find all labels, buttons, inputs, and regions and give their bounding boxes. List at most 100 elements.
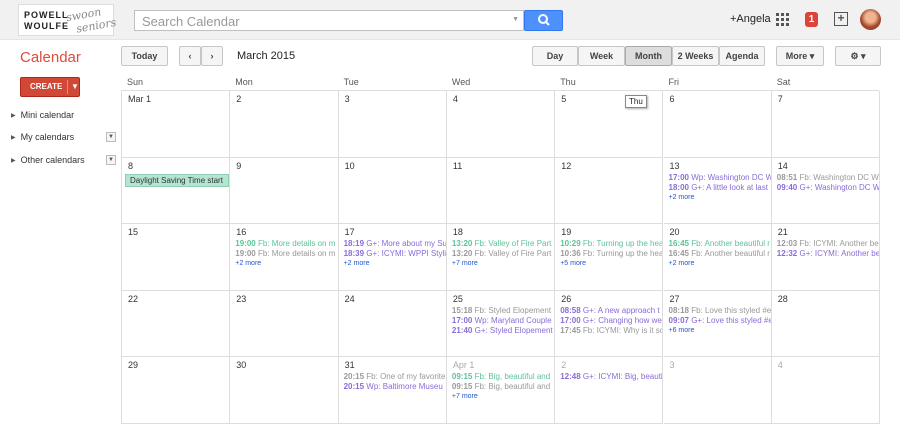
all-day-event[interactable]: Daylight Saving Time start: [125, 173, 229, 187]
day-number[interactable]: 7: [778, 94, 783, 104]
event-item[interactable]: 08:58 G+: A new approach t: [560, 306, 659, 315]
event-item[interactable]: 10:29 Fb: Turning up the hea: [560, 239, 662, 248]
day-number[interactable]: 13: [670, 161, 680, 171]
more-events-link[interactable]: +2 more: [669, 260, 695, 267]
day-cell[interactable]: 18 13:20 Fb: Valley of Fire Part 13:20 Fb:…: [446, 224, 556, 291]
day-cell[interactable]: 20 16:45 Fb: Another beautiful r 16:45 Fb:…: [663, 224, 772, 291]
day-number[interactable]: 8: [128, 161, 133, 171]
day-cell[interactable]: 11: [446, 157, 556, 225]
day-number[interactable]: 6: [670, 94, 675, 104]
day-number[interactable]: 2: [561, 360, 566, 370]
day-cell[interactable]: 5: [555, 91, 664, 158]
day-number[interactable]: 17: [345, 227, 355, 237]
day-number[interactable]: Mar 1: [128, 94, 151, 104]
event-item[interactable]: 12:32 G+: ICYMI: Another be: [777, 249, 879, 258]
day-number[interactable]: 20: [670, 227, 680, 237]
day-cell[interactable]: 3: [663, 357, 772, 424]
event-item[interactable]: 15:18 Fb: Styled Elopement: [452, 306, 551, 315]
event-item[interactable]: 12:03 Fb: ICYMI: Another be: [777, 239, 879, 248]
event-item[interactable]: 18:19 G+: More about my Su: [344, 239, 446, 248]
view-week-button[interactable]: Week: [578, 46, 625, 66]
day-cell[interactable]: 9: [230, 157, 339, 225]
event-item[interactable]: 09:15 Fb: Big, beautiful and: [452, 382, 550, 391]
view-month-button[interactable]: Month: [625, 46, 672, 66]
day-cell[interactable]: 17 18:19 G+: More about my Su 18:39 G+: IC…: [338, 224, 447, 291]
day-cell[interactable]: 15: [122, 224, 231, 291]
day-cell[interactable]: Apr 1 09:15 Fb: Big, beautiful and 09:15 F…: [446, 357, 556, 424]
today-button[interactable]: Today: [121, 46, 168, 66]
more-events-link[interactable]: +5 more: [560, 260, 586, 267]
event-item[interactable]: 17:00 G+: Changing how we: [560, 316, 662, 325]
sidebar-item-my-calendars[interactable]: ▶ My calendars: [11, 132, 74, 142]
notifications-badge[interactable]: 1: [805, 12, 818, 27]
event-item[interactable]: 16:45 Fb: Another beautiful r: [669, 249, 770, 258]
day-cell[interactable]: 8 Daylight Saving Time start: [122, 157, 231, 225]
day-number[interactable]: 28: [778, 294, 788, 304]
more-events-link[interactable]: +7 more: [452, 260, 478, 267]
day-number[interactable]: 3: [670, 360, 675, 370]
day-cell[interactable]: 19 10:29 Fb: Turning up the hea 10:36 Fb: …: [555, 224, 664, 291]
day-cell[interactable]: 16 19:00 Fb: More details on m 19:00 Fb: M…: [230, 224, 339, 291]
day-cell[interactable]: 10: [338, 157, 447, 225]
day-cell[interactable]: 28: [771, 290, 881, 358]
day-cell[interactable]: 13 17:00 Wp: Washington DC W 18:00 G+: A l…: [663, 157, 772, 225]
day-number[interactable]: 4: [778, 360, 783, 370]
day-cell[interactable]: 29: [122, 357, 231, 424]
day-number[interactable]: Apr 1: [453, 360, 475, 370]
more-events-link[interactable]: +2 more: [669, 194, 695, 201]
create-button[interactable]: CREATE ▼: [20, 77, 80, 97]
search-options-icon[interactable]: ▼: [512, 16, 519, 23]
event-item[interactable]: 08:18 Fb: Love this styled #e: [669, 306, 771, 315]
my-calendars-dropdown-icon[interactable]: ▼: [106, 132, 116, 142]
day-number[interactable]: 12: [561, 161, 571, 171]
day-number[interactable]: 22: [128, 294, 138, 304]
day-cell[interactable]: 30: [230, 357, 339, 424]
day-cell[interactable]: 6: [663, 91, 772, 158]
day-cell[interactable]: 31 20:15 Fb: One of my favorite 20:15 Wp: …: [338, 357, 447, 424]
event-item[interactable]: 16:45 Fb: Another beautiful r: [669, 239, 770, 248]
day-number[interactable]: 14: [778, 161, 788, 171]
day-number[interactable]: 11: [453, 161, 462, 171]
day-cell[interactable]: 2 12:48 G+: ICYMI: Big, beauti: [555, 357, 664, 424]
day-number[interactable]: 23: [236, 294, 246, 304]
view-2weeks-button[interactable]: 2 Weeks: [672, 46, 719, 66]
next-button[interactable]: ›: [201, 46, 223, 66]
day-cell[interactable]: Mar 1: [122, 91, 231, 158]
more-events-link[interactable]: +2 more: [344, 260, 370, 267]
day-cell[interactable]: 7: [771, 91, 881, 158]
view-agenda-button[interactable]: Agenda: [719, 46, 765, 66]
day-cell[interactable]: 26 08:58 G+: A new approach t 17:00 G+: Ch…: [555, 290, 664, 358]
event-item[interactable]: 10:36 Fb: Turning up the hea: [560, 249, 662, 258]
day-cell[interactable]: 12: [555, 157, 664, 225]
event-item[interactable]: 12:48 G+: ICYMI: Big, beauti: [560, 372, 662, 381]
event-item[interactable]: 21:40 G+: Styled Elopement: [452, 326, 553, 335]
event-item[interactable]: 09:07 G+: Love this styled #e: [669, 316, 771, 325]
day-cell[interactable]: 3: [338, 91, 447, 158]
event-item[interactable]: 13:20 Fb: Valley of Fire Part: [452, 249, 551, 258]
day-cell[interactable]: 14 08:51 Fb: Washington DC W 09:40 G+: Was…: [771, 157, 881, 225]
prev-button[interactable]: ‹: [179, 46, 201, 66]
day-number[interactable]: 4: [453, 94, 458, 104]
event-item[interactable]: 17:00 Wp: Washington DC W: [669, 173, 771, 182]
day-number[interactable]: 18: [453, 227, 463, 237]
day-cell[interactable]: 4: [446, 91, 556, 158]
day-number[interactable]: 16: [236, 227, 246, 237]
day-cell[interactable]: 24: [338, 290, 447, 358]
day-cell[interactable]: 23: [230, 290, 339, 358]
event-item[interactable]: 08:51 Fb: Washington DC W: [777, 173, 879, 182]
day-number[interactable]: 26: [561, 294, 571, 304]
day-number[interactable]: 2: [236, 94, 241, 104]
event-item[interactable]: 19:00 Fb: More details on m: [235, 239, 335, 248]
event-item[interactable]: 19:00 Fb: More details on m: [235, 249, 335, 258]
share-plus-icon[interactable]: +: [834, 12, 848, 26]
more-events-link[interactable]: +6 more: [669, 327, 695, 334]
other-calendars-dropdown-icon[interactable]: ▼: [106, 155, 116, 165]
day-number[interactable]: 5: [561, 94, 566, 104]
user-name-link[interactable]: +Angela: [730, 13, 771, 25]
more-events-link[interactable]: +7 more: [452, 393, 478, 400]
view-day-button[interactable]: Day: [532, 46, 578, 66]
avatar[interactable]: [860, 9, 881, 30]
day-number[interactable]: 27: [670, 294, 680, 304]
event-item[interactable]: 17:45 Fb: ICYMI: Why is it sc: [560, 326, 662, 335]
more-events-link[interactable]: +2 more: [235, 260, 261, 267]
